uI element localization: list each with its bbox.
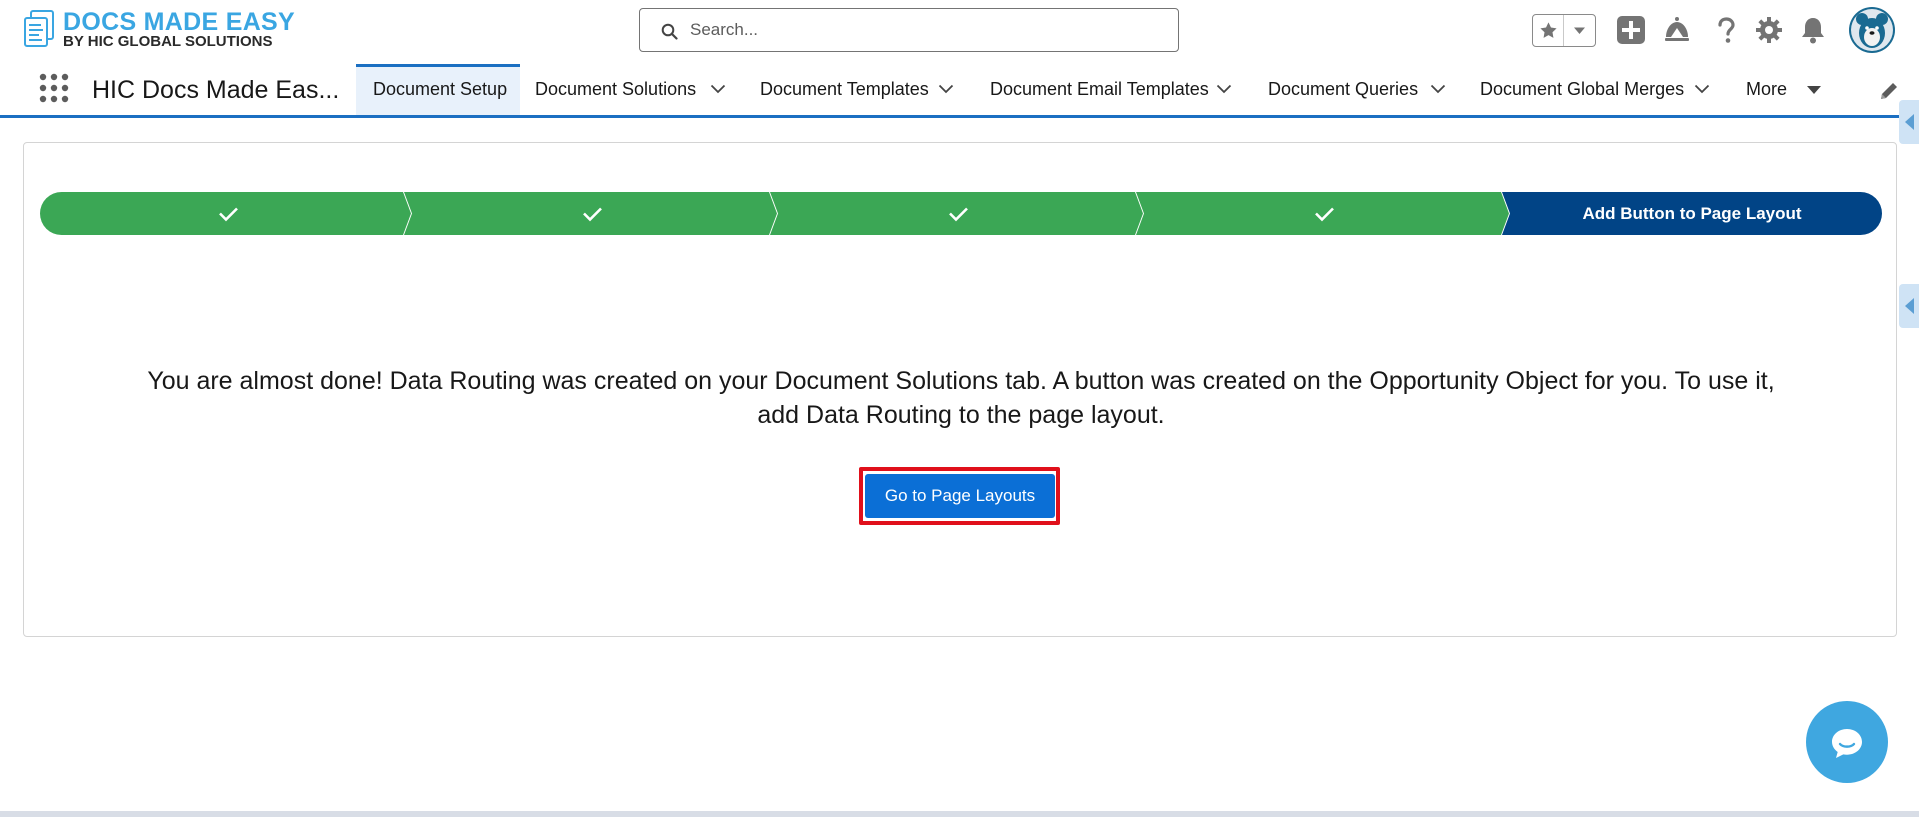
tab-document-templates[interactable]: Document Templates	[746, 64, 962, 115]
path-step-3	[770, 192, 1143, 235]
global-search[interactable]	[639, 8, 1179, 52]
chevron-down-icon[interactable]	[1430, 84, 1446, 94]
tab-label: Document Templates	[760, 79, 929, 99]
more-label: More	[1746, 79, 1788, 99]
chevron-down-icon[interactable]	[938, 84, 954, 94]
path-step-4	[1136, 192, 1509, 235]
brand-title: DOCS MADE EASY	[63, 8, 296, 36]
help-icon[interactable]	[1711, 15, 1741, 45]
favorites-dropdown-button[interactable]	[1565, 15, 1595, 46]
path-step-1	[40, 192, 411, 235]
tab-label: Document Email Templates	[990, 79, 1209, 99]
message-line-2: add Data Routing to the page layout.	[757, 401, 1165, 429]
global-header: DOCS MADE EASY BY HIC GLOBAL SOLUTIONS	[0, 0, 1919, 62]
tab-label: Document Global Merges	[1480, 79, 1685, 99]
side-panel-toggle[interactable]	[1899, 284, 1919, 328]
tab-document-setup[interactable]: Document Setup	[356, 64, 520, 115]
search-icon	[661, 23, 678, 40]
chat-icon	[1832, 729, 1862, 758]
app-navigation-bar: HIC Docs Made Eas... Document Setup Docu…	[0, 62, 1919, 118]
brand-logo[interactable]: DOCS MADE EASY BY HIC GLOBAL SOLUTIONS	[22, 8, 296, 51]
user-avatar[interactable]	[1849, 7, 1895, 53]
side-panel-toggle-top[interactable]	[1899, 100, 1919, 144]
tab-document-queries[interactable]: Document Queries	[1254, 64, 1454, 115]
tab-label: Document Setup	[373, 79, 508, 99]
chevron-down-icon[interactable]	[1694, 84, 1710, 94]
more-tabs-menu[interactable]: More	[1734, 64, 1834, 115]
completion-message: You are almost done! Data Routing was cr…	[40, 364, 1882, 432]
trailhead-icon[interactable]	[1662, 15, 1692, 45]
app-name: HIC Docs Made Eas...	[92, 76, 340, 104]
edit-nav-pencil-icon[interactable]	[1878, 80, 1900, 102]
star-icon	[1540, 22, 1557, 38]
current-step-label: Add Button to Page Layout	[1582, 204, 1802, 223]
app-launcher-grid-icon[interactable]	[39, 73, 69, 103]
global-actions-plus-icon[interactable]	[1616, 15, 1646, 45]
favorites-star-button[interactable]	[1533, 15, 1564, 46]
path-step-2	[404, 192, 777, 235]
setup-gear-icon[interactable]	[1754, 15, 1784, 45]
chevron-down-icon[interactable]	[710, 84, 726, 94]
chevron-down-icon[interactable]	[1216, 84, 1232, 94]
tab-document-email-templates[interactable]: Document Email Templates	[976, 64, 1240, 115]
search-input[interactable]	[690, 17, 1160, 43]
chevron-down-icon	[1574, 27, 1585, 34]
tab-label: Document Queries	[1268, 79, 1419, 99]
chat-launcher-button[interactable]	[1806, 701, 1888, 783]
document-stack-icon	[22, 9, 56, 49]
caret-down-icon	[1807, 86, 1821, 94]
bottom-divider	[0, 811, 1919, 817]
tab-label: Document Solutions	[535, 79, 697, 99]
tab-document-solutions[interactable]: Document Solutions	[522, 64, 732, 115]
arrow-left-icon	[1905, 114, 1914, 130]
favorites-group	[1532, 14, 1596, 47]
message-line-1: You are almost done! Data Routing was cr…	[147, 367, 1775, 395]
notifications-bell-icon[interactable]	[1798, 15, 1828, 45]
tab-document-global-merges[interactable]: Document Global Merges	[1466, 64, 1716, 115]
go-to-page-layouts-button[interactable]: Go to Page Layouts	[865, 474, 1055, 518]
arrow-left-icon	[1905, 298, 1914, 314]
brand-subtitle: BY HIC GLOBAL SOLUTIONS	[63, 33, 273, 50]
